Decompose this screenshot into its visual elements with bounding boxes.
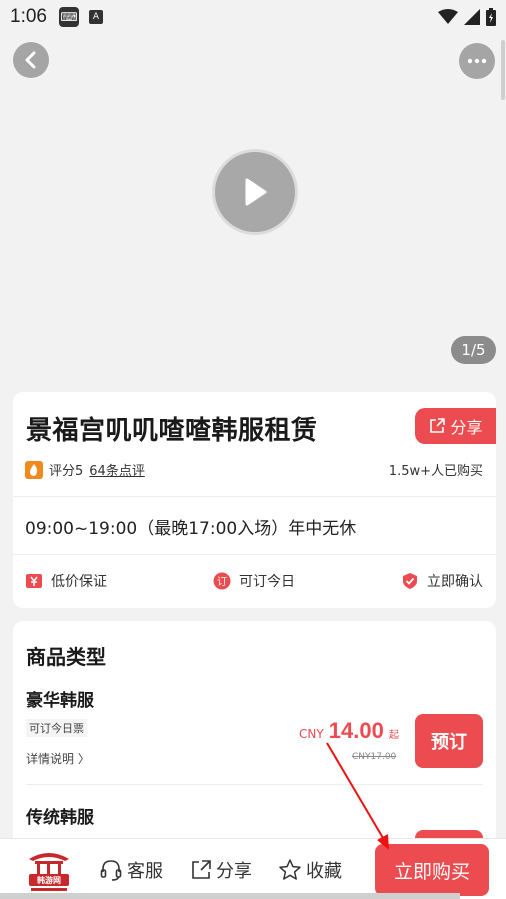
divider xyxy=(26,784,483,785)
share-tag-button[interactable]: 分享 xyxy=(415,408,496,444)
guarantee-label: 立即确认 xyxy=(427,574,483,590)
status-right xyxy=(438,8,496,26)
product-name: 传统韩服 xyxy=(26,808,94,828)
product-name: 豪华韩服 xyxy=(26,691,94,711)
guarantee-row: 低价保证 订 可订今日 立即确认 xyxy=(25,571,483,591)
price-value: 14.00 xyxy=(328,718,384,743)
favorite-button[interactable]: 收藏 xyxy=(278,857,342,883)
product-title: 景福宫叽叽喳喳韩服租赁 xyxy=(26,416,318,446)
rating-row: 评分5 64条点评 1.5w+人已购买 xyxy=(25,460,483,479)
favorite-label: 收藏 xyxy=(306,861,342,882)
share-button[interactable]: 分享 xyxy=(190,857,252,883)
navigation-gesture-bar xyxy=(0,893,460,899)
play-icon xyxy=(245,178,267,206)
ticket-tag: 可订今日票 xyxy=(26,719,87,737)
guarantee-label: 可订今日 xyxy=(239,574,295,590)
guarantee-label: 低价保证 xyxy=(51,574,107,590)
flame-icon xyxy=(25,460,43,479)
media-gallery[interactable]: 1/5 xyxy=(0,0,506,382)
rating-text: 评分5 xyxy=(49,464,84,479)
book-button[interactable]: 预订 xyxy=(415,714,483,768)
divider xyxy=(13,496,496,497)
info-card: 景福宫叽叽喳喳韩服租赁 分享 评分5 64条点评 1.5w+人已购买 09:00… xyxy=(13,392,496,608)
more-button[interactable] xyxy=(459,43,495,79)
customer-service-label: 客服 xyxy=(127,861,163,882)
headset-icon xyxy=(100,860,122,881)
low-price-icon xyxy=(25,572,43,590)
book-today-icon: 订 xyxy=(213,572,231,590)
price-currency: CNY xyxy=(299,727,324,741)
price-block: CNY 14.00 起 xyxy=(299,718,405,744)
share-icon xyxy=(430,418,446,433)
app-logo: 韩游网 xyxy=(25,847,73,893)
share-icon xyxy=(192,860,211,879)
keyboard-icon: ⌨ xyxy=(58,7,79,27)
section-title: 商品类型 xyxy=(26,645,106,669)
customer-service-button[interactable]: 客服 xyxy=(99,857,163,883)
more-dots-icon xyxy=(467,58,487,64)
svg-text:韩游网: 韩游网 xyxy=(37,875,61,885)
guarantee-book-today: 订 可订今日 xyxy=(213,571,295,591)
wifi-icon xyxy=(438,9,458,24)
sold-count: 1.5w+人已购买 xyxy=(388,464,483,479)
guarantee-low-price: 低价保证 xyxy=(25,571,107,591)
reviews-link[interactable]: 64条点评 xyxy=(89,460,145,479)
scrollbar[interactable] xyxy=(501,40,505,100)
page-indicator: 1/5 xyxy=(451,336,496,364)
battery-icon xyxy=(486,8,496,26)
opening-hours: 09:00~19:00（最晚17:00入场）年中无休 xyxy=(25,519,357,539)
shield-check-icon xyxy=(401,572,419,590)
bottom-action-bar: 韩游网 客服 分享 收藏 立即购买 xyxy=(0,838,506,899)
divider xyxy=(13,554,496,555)
price-suffix: 起 xyxy=(388,730,399,741)
original-price: CNY17.00 xyxy=(352,752,397,762)
guarantee-instant-confirm: 立即确认 xyxy=(401,571,483,591)
share-label: 分享 xyxy=(216,861,252,882)
chevron-left-icon xyxy=(25,51,36,69)
a-icon: A xyxy=(88,10,103,24)
play-button[interactable] xyxy=(212,149,298,235)
star-icon xyxy=(279,859,301,880)
detail-link[interactable]: 详情说明 〉 xyxy=(26,750,90,767)
signal-icon xyxy=(464,9,480,25)
buy-now-button[interactable]: 立即购买 xyxy=(375,844,489,896)
status-bar: 1:06 ⌨ A xyxy=(0,0,506,34)
status-time: 1:06 xyxy=(10,6,47,27)
back-button[interactable] xyxy=(13,42,49,78)
svg-text:订: 订 xyxy=(217,576,227,588)
share-tag-label: 分享 xyxy=(450,418,483,437)
